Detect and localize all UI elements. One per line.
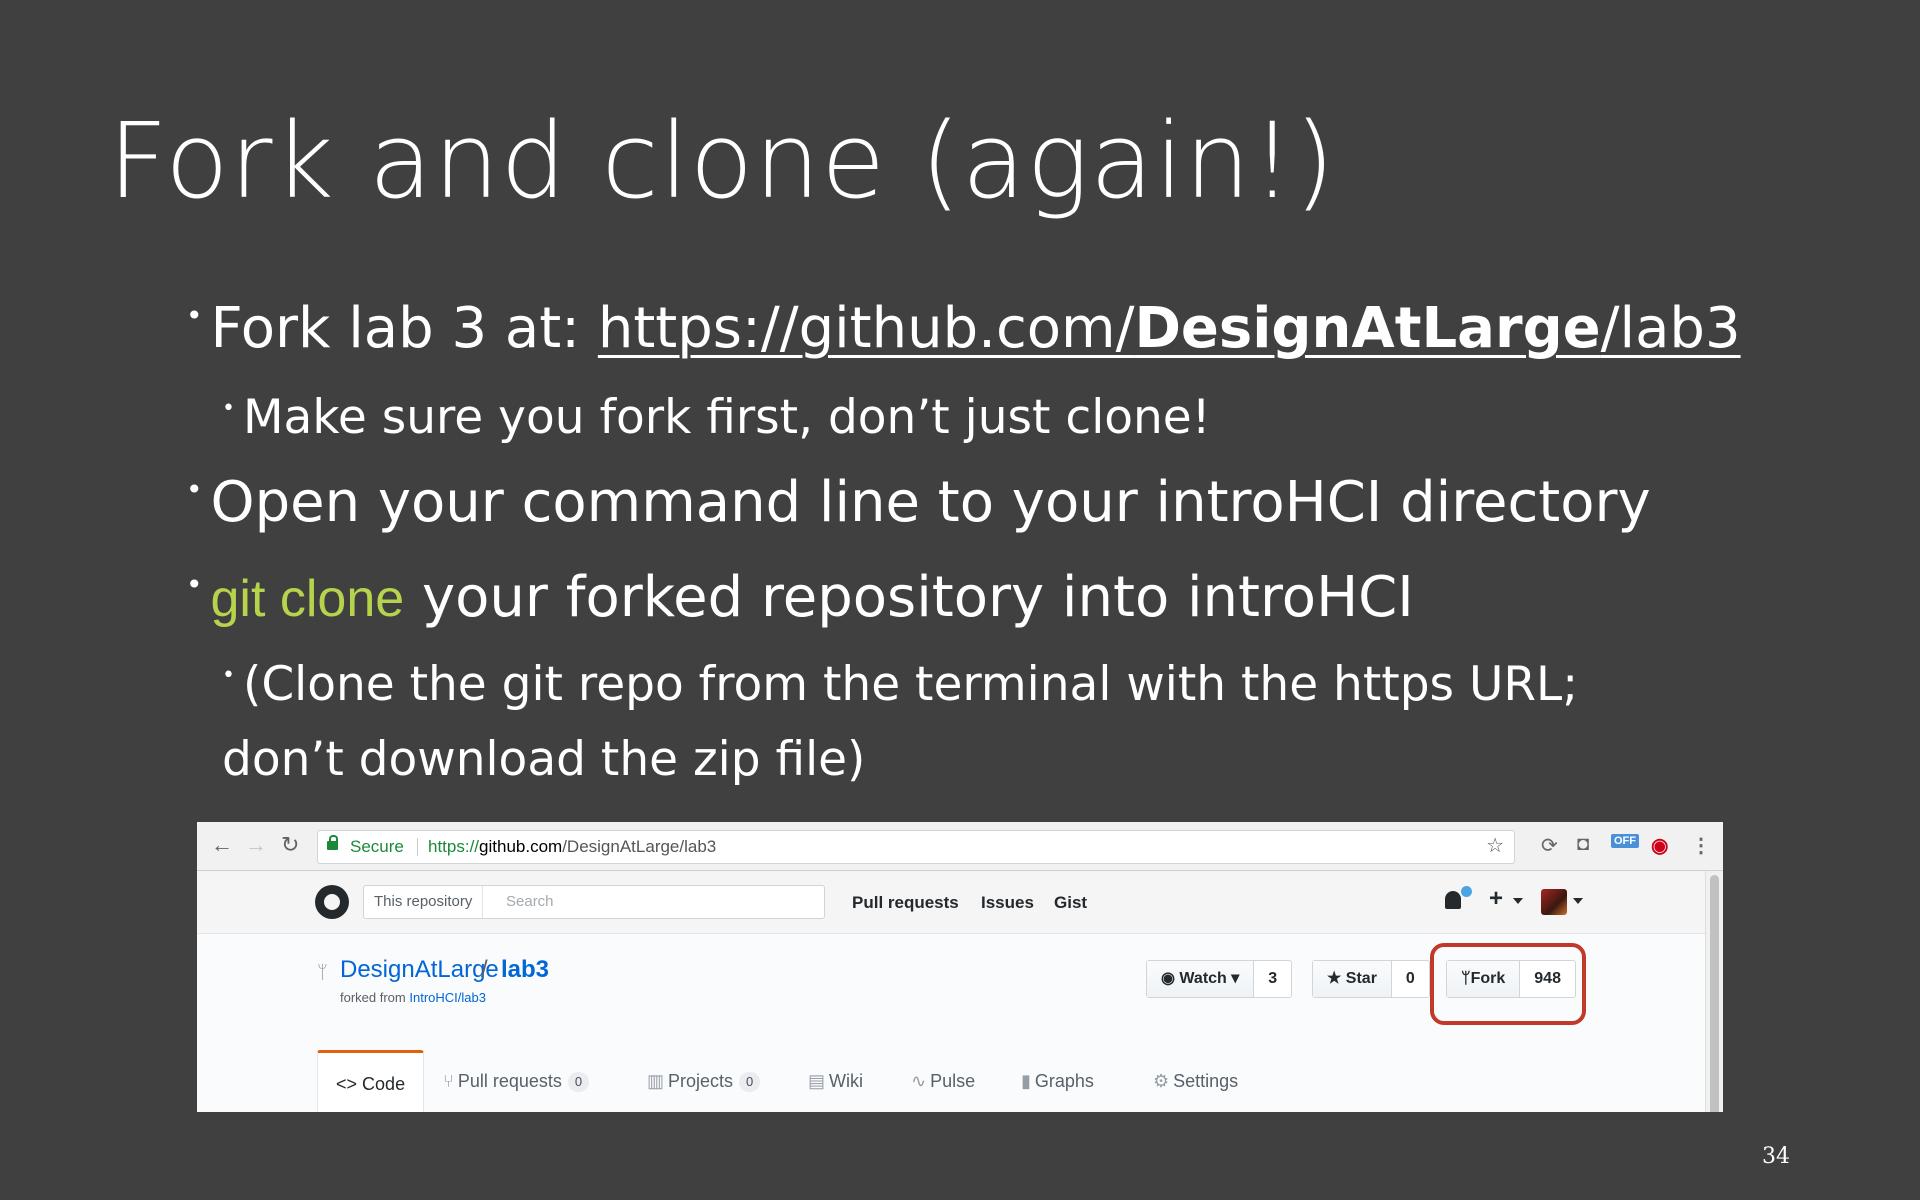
page-scrollbar[interactable] [1705,871,1723,1112]
camera-extension-icon[interactable]: ◘ [1577,833,1589,856]
bullet-glyph: • [186,473,203,506]
browser-toolbar: ← → ↻ Secure https://github.com/DesignAt… [197,822,1723,871]
tab-graphs[interactable]: ▮ Graphs [1021,1050,1094,1112]
scrollbar-thumb[interactable] [1710,875,1719,1112]
forked-from-note: forked from IntroHCI/lab3 [340,990,486,1005]
tab-pull-requests[interactable]: ⑂ Pull requests 0 [443,1050,590,1112]
search-input[interactable]: This repository Search [363,885,825,919]
eye-icon: ◉ [1161,970,1180,987]
back-arrow-icon[interactable]: ← [211,832,233,858]
gear-icon: ⚙ [1153,1071,1170,1091]
projects-count: 0 [739,1072,761,1093]
bullet-open-command-line-text: Open your command line to your introHCI … [210,470,1651,535]
bullet-glyph: • [222,396,235,421]
projects-icon: ▥ [647,1071,665,1091]
header-nav-issues[interactable]: Issues [981,893,1034,913]
star-button-group: ★ Star 0 [1312,960,1430,998]
watch-button[interactable]: ◉ Watch ▾ [1147,961,1255,997]
bullet-glyph: • [222,663,235,688]
pulse-icon: ∿ [911,1071,927,1091]
tab-projects[interactable]: ▥ Projects 0 [647,1050,761,1112]
tab-settings[interactable]: ⚙ Settings [1153,1050,1238,1112]
repo-name-link[interactable]: lab3 [501,956,549,984]
search-scope-label: This repository [364,886,484,918]
bullet-glyph: • [186,299,203,332]
search-placeholder: Search [506,893,554,910]
git-clone-command: git clone [210,570,405,628]
address-url[interactable]: https://github.com/DesignAtLarge/lab3 [428,831,716,863]
unread-indicator [1459,884,1474,899]
header-nav-gist[interactable]: Gist [1054,893,1087,913]
forward-arrow-icon[interactable]: → [245,832,267,858]
bullet-git-clone: • git clone your forked repository into i… [186,565,1414,630]
sync-extension-icon[interactable]: ⟳ [1541,833,1558,858]
github-screenshot: ← → ↻ Secure https://github.com/DesignAt… [197,822,1723,1112]
chevron-down-icon[interactable] [1573,898,1583,904]
repo-header: ᛘ DesignAtLarge / lab3 forked from Intro… [197,934,1705,1112]
lab3-link[interactable]: https://github.com/DesignAtLarge/lab3 [598,296,1741,361]
bullet-git-clone-text: your forked repository into introHCI [404,565,1414,630]
slide-page-number: 34 [1762,1144,1790,1169]
wiki-icon: ▤ [808,1071,826,1091]
address-bar[interactable]: Secure https://github.com/DesignAtLarge/… [317,830,1515,864]
subbullet-clone-https: • (Clone the git repo from the terminal w… [222,652,1622,793]
slide-title: Fork and clone (again!) [108,100,1336,222]
star-count[interactable]: 0 [1392,961,1429,997]
address-divider [417,838,418,856]
subbullet-fork-first-text: Make sure you fork first, don’t just clo… [242,390,1211,445]
graph-icon: ▮ [1021,1071,1031,1091]
tab-code[interactable]: <> Code [317,1050,425,1112]
reload-icon[interactable]: ↻ [281,832,299,858]
code-icon: <> [336,1074,358,1094]
opera-extension-icon[interactable]: ◉ [1651,833,1668,858]
watch-button-group: ◉ Watch ▾ 3 [1146,960,1293,998]
fork-highlight-annotation [1430,943,1586,1025]
avatar[interactable] [1541,889,1567,915]
bullet-open-command-line: • Open your command line to your introHCI… [186,470,1651,535]
bullet-glyph: • [186,568,203,601]
watch-count[interactable]: 3 [1254,961,1291,997]
chevron-down-icon[interactable] [1513,898,1523,904]
star-icon: ★ [1327,970,1346,987]
bullet-fork-text: Fork lab 3 at: [210,296,598,361]
pull-request-icon: ⑂ [443,1071,454,1091]
tab-pulse[interactable]: ∿ Pulse [911,1050,975,1112]
secure-label: Secure [350,837,404,856]
header-nav-pull-requests[interactable]: Pull requests [852,893,959,913]
bullet-fork-lab: • Fork lab 3 at: https://github.com/Desig… [186,296,1741,361]
lock-icon [327,835,338,850]
repo-path-separator: / [481,956,488,983]
plus-icon[interactable]: + [1489,885,1503,913]
repo-owner-link[interactable]: DesignAtLarge [340,956,499,984]
subbullet-fork-first: • Make sure you fork first, don’t just cl… [222,390,1211,445]
bookmark-star-icon[interactable]: ☆ [1486,830,1504,862]
forked-from-link[interactable]: IntroHCI/lab3 [409,990,486,1005]
repo-forked-icon: ᛘ [317,962,328,982]
subbullet-clone-https-text: (Clone the git repo from the terminal wi… [222,657,1579,787]
tab-wiki[interactable]: ▤ Wiki [808,1050,863,1112]
star-button[interactable]: ★ Star [1313,961,1392,997]
repo-tabs: <> Code ⑂ Pull requests 0 ▥ Projects 0 ▤ Wiki… [317,1050,1705,1112]
menu-icon[interactable]: ⋮ [1691,833,1711,858]
github-header: This repository Search Pull requests Iss… [197,871,1705,934]
off-extension-icon[interactable]: OFF [1611,834,1639,848]
pull-requests-count: 0 [567,1072,590,1093]
github-logo-icon[interactable] [315,885,349,919]
